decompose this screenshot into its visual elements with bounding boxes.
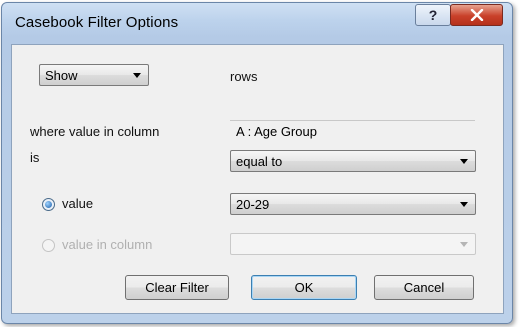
help-button[interactable]: ?	[415, 4, 451, 26]
clear-filter-button[interactable]: Clear Filter	[125, 275, 229, 300]
ok-button[interactable]: OK	[251, 275, 357, 300]
value-dropdown-value: 20-29	[236, 196, 270, 212]
cancel-button[interactable]: Cancel	[374, 275, 474, 300]
chevron-down-icon	[460, 202, 468, 207]
operator-dropdown[interactable]: equal to	[230, 150, 476, 172]
column-value: A : Age Group	[230, 120, 475, 142]
value-in-column-radio	[42, 239, 55, 252]
value-in-column-dropdown	[230, 233, 476, 255]
operator-label: is	[30, 150, 40, 165]
dialog-title: Casebook Filter Options	[15, 14, 179, 31]
column-label: where value in column	[30, 124, 160, 139]
chevron-down-icon	[460, 242, 468, 247]
value-dropdown[interactable]: 20-29	[230, 193, 476, 215]
close-button[interactable]	[450, 4, 503, 26]
radio-selected-dot	[45, 201, 52, 208]
close-icon	[470, 9, 483, 21]
dialog-body: Show rows where value in column A : Age …	[11, 44, 504, 314]
rows-label: rows	[230, 69, 258, 84]
chevron-down-icon	[133, 73, 141, 78]
value-radio-label[interactable]: value	[62, 196, 93, 211]
value-radio[interactable]	[42, 198, 55, 211]
value-in-column-label: value in column	[62, 237, 153, 252]
dialog-window: Casebook Filter Options ? Show rows wher…	[1, 2, 513, 324]
help-icon: ?	[428, 7, 438, 23]
chevron-down-icon	[460, 159, 468, 164]
action-dropdown[interactable]: Show	[39, 64, 149, 86]
operator-dropdown-value: equal to	[236, 153, 283, 169]
action-dropdown-value: Show	[45, 67, 78, 83]
